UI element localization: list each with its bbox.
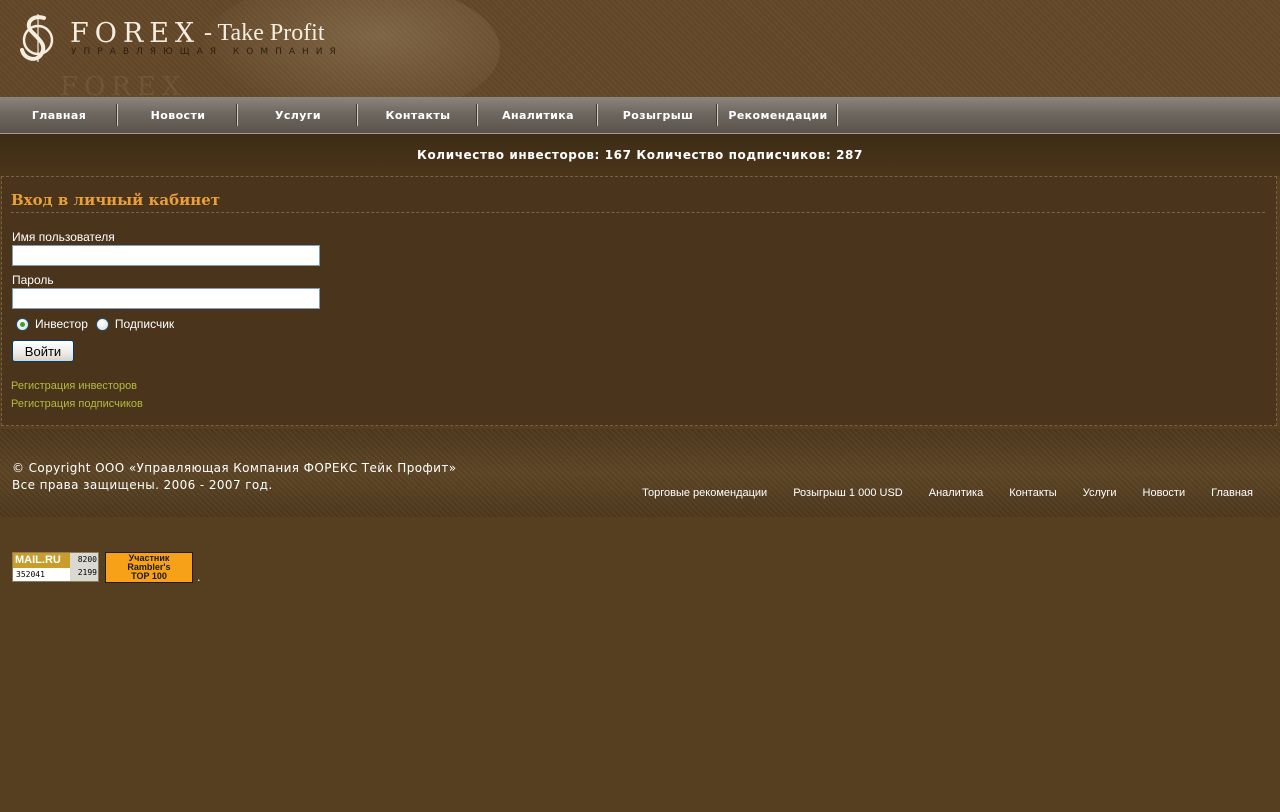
nav-item-analytics[interactable]: Аналитика — [478, 97, 598, 133]
username-label: Имя пользователя — [12, 230, 115, 244]
nav-item-draw[interactable]: Розыгрыш — [598, 97, 718, 133]
footer-nav: Торговые рекомендации Розыгрыш 1 000 USD… — [642, 487, 1253, 499]
login-panel: Вход в личный кабинет Имя пользователя П… — [1, 176, 1277, 426]
copyright-line-1: © Copyright ООО «Управляющая Компания ФО… — [12, 461, 457, 475]
footer-link-recommendations[interactable]: Торговые рекомендации — [642, 487, 767, 499]
register-subscribers-link[interactable]: Регистрация подписчиков — [11, 398, 143, 410]
mailru-top-count: 8200 — [77, 555, 97, 564]
footer-link-analytics[interactable]: Аналитика — [929, 487, 983, 499]
mailru-bottom-count: 2199 — [77, 568, 97, 577]
nav-item-news[interactable]: Новости — [118, 97, 238, 133]
nav-item-recommendations[interactable]: Рекомендации — [718, 97, 838, 133]
footer-link-home[interactable]: Главная — [1211, 487, 1253, 499]
site-header: FOREX - Take Profit УПРАВЛЯЮЩАЯ КОМПАНИЯ… — [0, 0, 1280, 97]
mailru-side: 8200 2199 — [70, 553, 98, 581]
register-investors-link[interactable]: Регистрация инвесторов — [11, 380, 137, 392]
role-selector: Инвестор Подписчик — [16, 317, 182, 331]
role-subscriber-radio[interactable] — [95, 317, 109, 331]
footer-link-contacts[interactable]: Контакты — [1009, 487, 1057, 499]
nav-item-contacts[interactable]: Контакты — [358, 97, 478, 133]
rambler-line-3: TOP 100 — [131, 571, 167, 581]
login-button[interactable]: Войти — [12, 340, 74, 362]
stats-text: Количество инвесторов: 167 Количество по… — [417, 148, 863, 162]
logo-watermark: FOREX — [60, 72, 187, 97]
nav-item-home[interactable]: Главная — [0, 97, 118, 133]
rambler-top100-badge[interactable]: Участник Rambler's TOP 100 — [105, 552, 193, 583]
username-input[interactable] — [12, 245, 320, 266]
role-investor-radio[interactable] — [16, 317, 29, 331]
mailru-logo: MAIL.RU — [13, 553, 70, 568]
site-footer: © Copyright ООО «Управляющая Компания ФО… — [0, 429, 1280, 517]
role-subscriber-label[interactable]: Подписчик — [115, 317, 174, 331]
stats-bar: Количество инвесторов: 167 Количество по… — [0, 134, 1280, 176]
role-investor-label[interactable]: Инвестор — [35, 317, 88, 331]
mailru-total: 352041 — [16, 570, 45, 579]
nav-item-services[interactable]: Услуги — [238, 97, 358, 133]
copyright-line-2: Все права защищены. 2006 - 2007 год. — [12, 478, 273, 492]
logo-suffix: - Take Profit — [204, 20, 325, 46]
password-input[interactable] — [12, 288, 320, 309]
trailing-dot: . — [197, 571, 201, 584]
mailru-counter-badge[interactable]: MAIL.RU 352041 8200 2199 — [12, 552, 99, 582]
footer-link-news[interactable]: Новости — [1143, 487, 1186, 499]
logo-title: FOREX — [70, 18, 201, 49]
logo-subtitle: УПРАВЛЯЮЩАЯ КОМПАНИЯ — [71, 47, 343, 57]
main-nav: Главная Новости Услуги Контакты Аналитик… — [0, 97, 1280, 134]
footer-link-services[interactable]: Услуги — [1083, 487, 1117, 499]
login-title: Вход в личный кабинет — [11, 191, 1265, 213]
footer-link-draw[interactable]: Розыгрыш 1 000 USD — [793, 487, 903, 499]
password-label: Пароль — [12, 273, 54, 287]
logo-icon[interactable] — [18, 12, 58, 64]
